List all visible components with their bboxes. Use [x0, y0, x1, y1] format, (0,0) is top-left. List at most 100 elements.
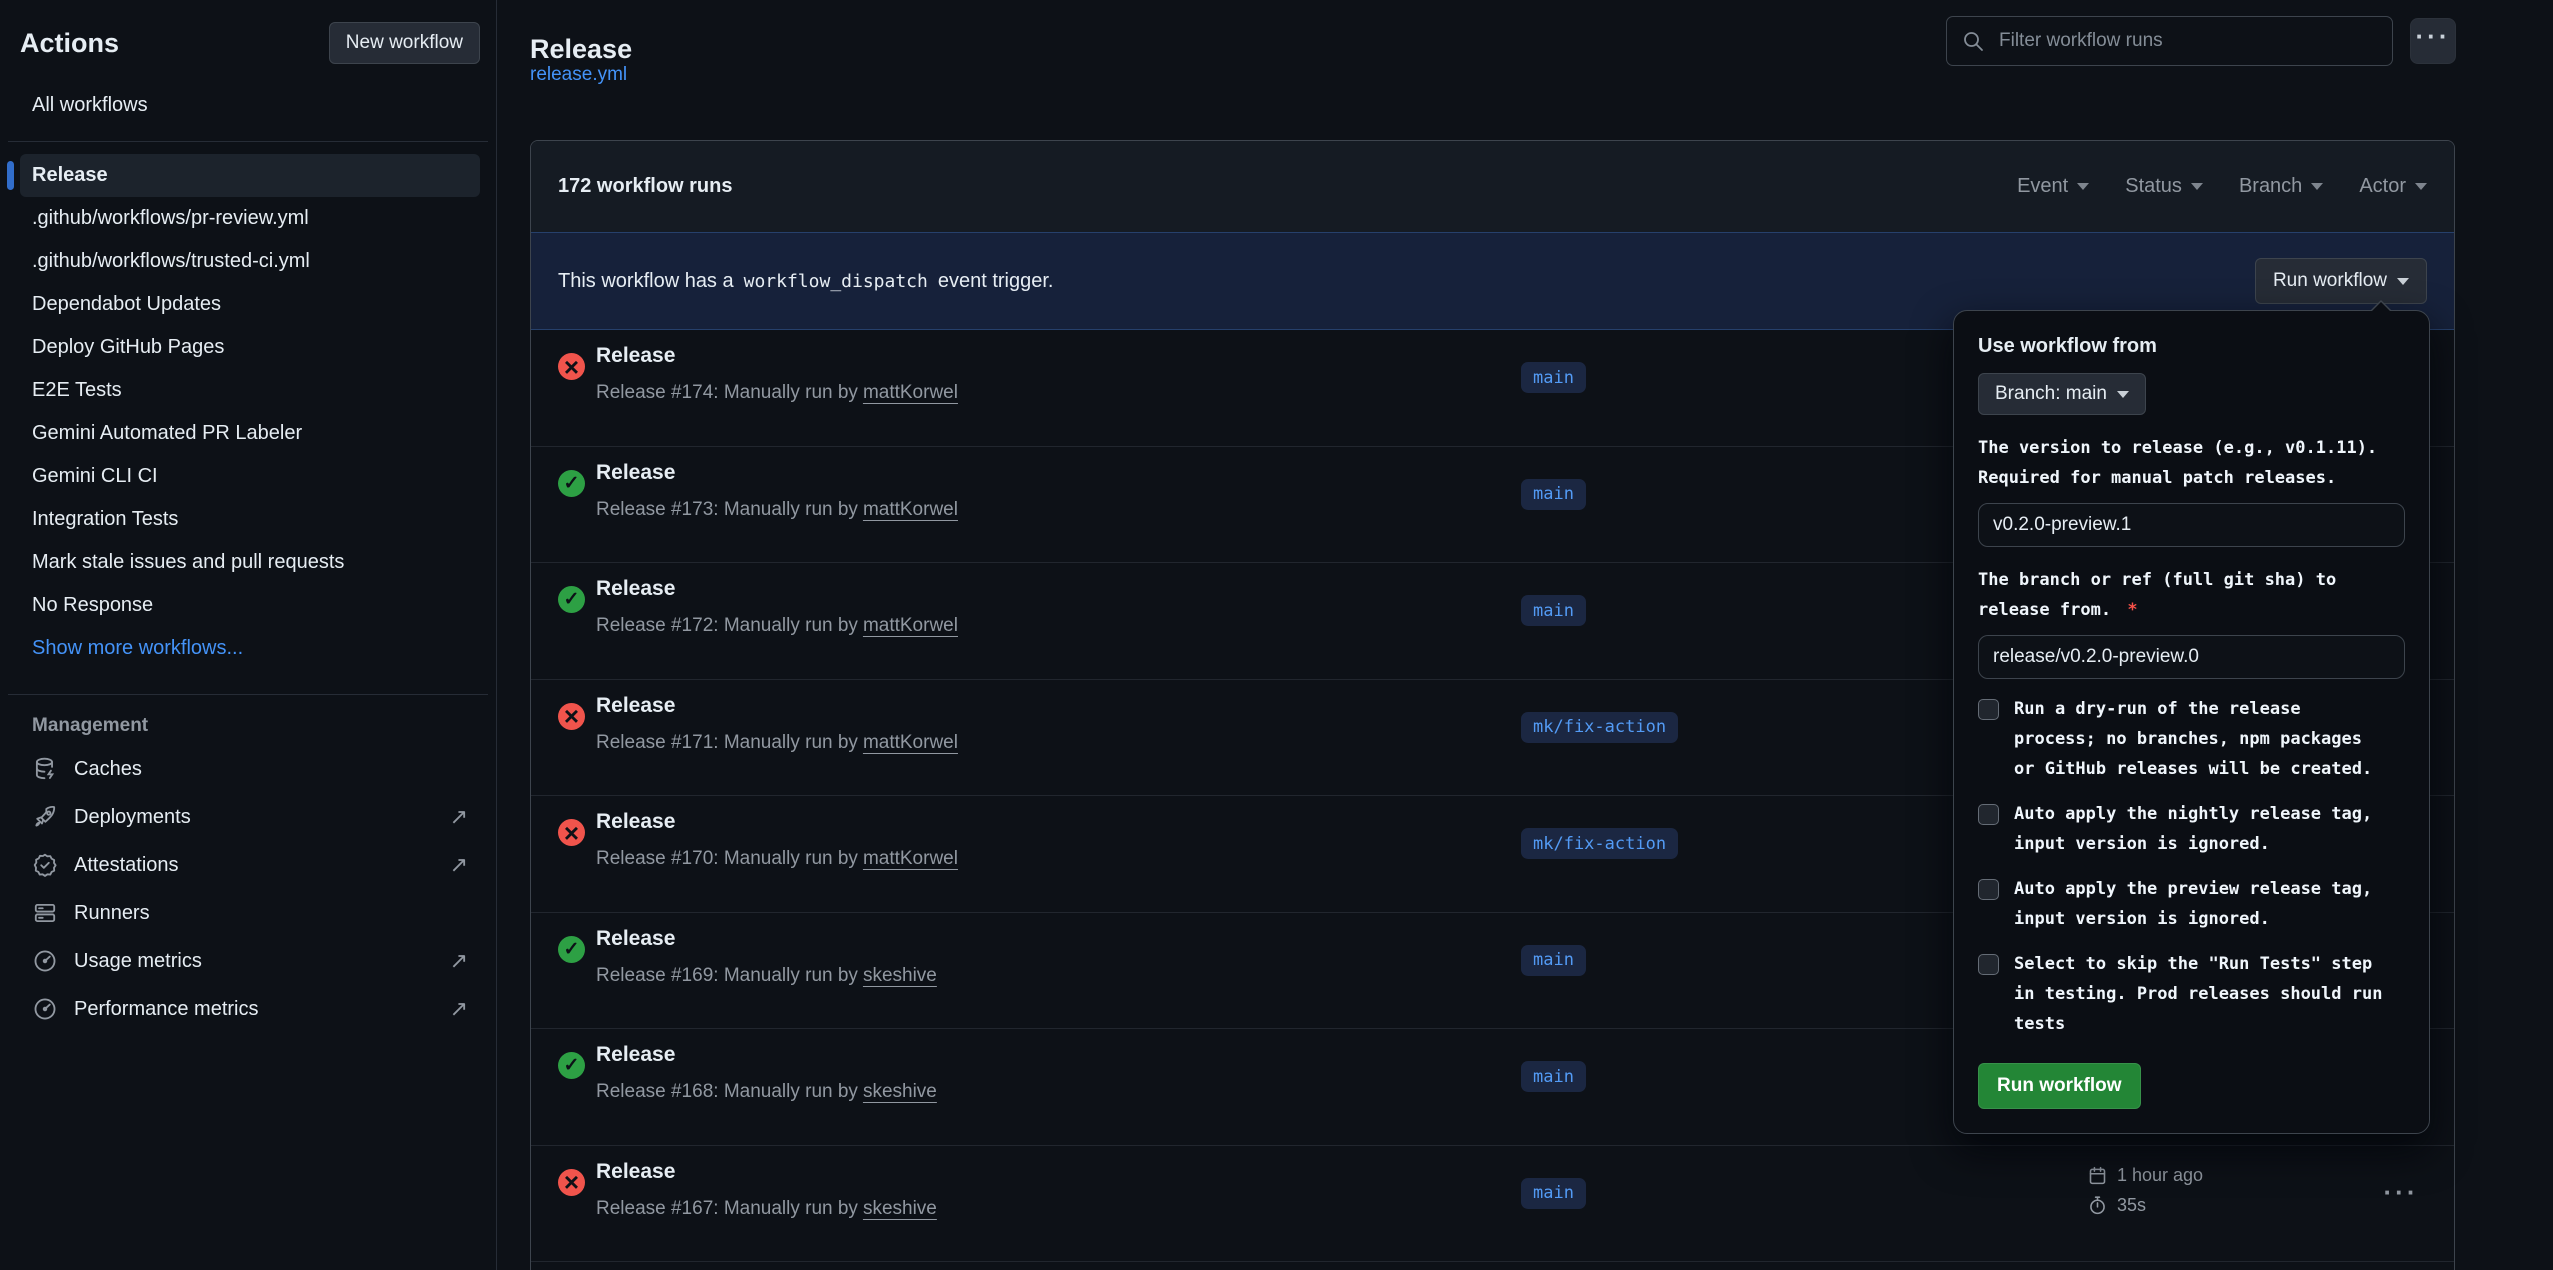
run-title-link[interactable]: Release — [596, 927, 675, 951]
version-input[interactable] — [1978, 503, 2405, 547]
branch-pill[interactable]: main — [1521, 479, 1586, 510]
run-status-icon — [558, 703, 585, 730]
sidebar-workflow-item[interactable]: Release — [20, 154, 480, 197]
field-description: The branch or ref (full git sha) to rele… — [1978, 565, 2405, 625]
runs-filters: Event Status Branch Actor — [2017, 175, 2427, 198]
sidebar-workflow-item[interactable]: Show more workflows... — [20, 627, 480, 670]
branch-selector-button[interactable]: Branch: main — [1978, 373, 2146, 415]
runs-filter-menu[interactable]: Event — [2017, 175, 2089, 198]
sidebar-management-item[interactable]: Caches ↗ — [20, 745, 480, 793]
sidebar-workflow-label: Release — [32, 164, 108, 186]
run-status-icon — [558, 1169, 585, 1196]
run-workflow-submit-button[interactable]: Run workflow — [1978, 1063, 2141, 1109]
run-status-icon — [558, 1052, 585, 1079]
branch-pill[interactable]: mk/fix-action — [1521, 828, 1678, 859]
run-workflow-dropdown-button[interactable]: Run workflow — [2255, 258, 2427, 304]
sidebar-workflow-item[interactable]: Gemini Automated PR Labeler — [20, 412, 480, 455]
verified-icon — [32, 852, 58, 878]
dialog-checkbox-row[interactable]: Auto apply the preview release tag, inpu… — [1978, 874, 2405, 934]
checkbox-label: Run a dry-run of the release process; no… — [2014, 694, 2386, 784]
checkbox[interactable] — [1978, 804, 1999, 825]
management-item-label: Runners — [74, 902, 150, 925]
run-actor-link[interactable]: skeshive — [863, 965, 937, 986]
workflow-file-link[interactable]: release.yml — [530, 64, 627, 86]
sidebar-workflow-label: No Response — [32, 594, 153, 616]
sidebar-workflow-item[interactable]: E2E Tests — [20, 369, 480, 412]
dialog-checkbox-row[interactable]: Select to skip the "Run Tests" step in t… — [1978, 949, 2405, 1039]
caret-down-icon — [2117, 391, 2129, 398]
run-kebab-menu-button[interactable] — [2379, 1180, 2423, 1214]
sidebar-workflow-item[interactable]: .github/workflows/pr-review.yml — [20, 197, 480, 240]
sidebar-management-item[interactable]: Performance metrics ↗ — [20, 985, 480, 1033]
run-title-link[interactable]: Release — [596, 810, 675, 834]
branch-pill[interactable]: main — [1521, 1061, 1586, 1092]
filter-workflow-runs-input[interactable] — [1997, 29, 2378, 53]
dialog-checkbox-row[interactable]: Auto apply the nightly release tag, inpu… — [1978, 799, 2405, 859]
run-actor-link[interactable]: mattKorwel — [863, 382, 958, 403]
sidebar-management-item[interactable]: Runners ↗ — [20, 889, 480, 937]
run-title-link[interactable]: Release — [596, 461, 675, 485]
run-title-link[interactable]: Release — [596, 344, 675, 368]
run-actor-link[interactable]: mattKorwel — [863, 615, 958, 636]
run-title-link[interactable]: Release — [596, 694, 675, 718]
run-description: Release #167: Manually run by — [596, 1198, 858, 1219]
filter-workflow-runs-box[interactable] — [1946, 16, 2393, 66]
workflow-list: Release .github/workflows/pr-review.yml … — [20, 154, 480, 670]
management-item-label: Attestations — [74, 854, 179, 877]
field-description-text: The branch or ref (full git sha) to rele… — [1978, 570, 2336, 620]
run-actor-link[interactable]: mattKorwel — [863, 499, 958, 520]
checkbox[interactable] — [1978, 879, 1999, 900]
sidebar-management-item[interactable]: Deployments ↗ — [20, 793, 480, 841]
sidebar-management-item[interactable]: Attestations ↗ — [20, 841, 480, 889]
filter-menu-label: Actor — [2359, 175, 2406, 198]
stopwatch-icon — [2087, 1195, 2108, 1216]
runs-filter-menu[interactable]: Branch — [2239, 175, 2323, 198]
workflow-run-row[interactable]: Release Release #167: Manually run byske… — [531, 1146, 2454, 1263]
run-title-link[interactable]: Release — [596, 1043, 675, 1067]
branch-pill[interactable]: mk/fix-action — [1521, 712, 1678, 743]
run-title-link[interactable]: Release — [596, 1160, 675, 1184]
branch-pill[interactable]: main — [1521, 595, 1586, 626]
checkbox[interactable] — [1978, 699, 1999, 720]
run-status-icon — [558, 819, 585, 846]
run-actor-link[interactable]: mattKorwel — [863, 732, 958, 753]
branch-pill[interactable]: main — [1521, 362, 1586, 393]
external-link-icon: ↗ — [450, 996, 468, 1022]
sidebar-workflow-item[interactable]: Integration Tests — [20, 498, 480, 541]
sidebar-workflow-item[interactable]: Dependabot Updates — [20, 283, 480, 326]
new-workflow-button[interactable]: New workflow — [329, 22, 480, 64]
page-kebab-menu-button[interactable] — [2410, 18, 2456, 64]
sidebar-divider — [8, 141, 488, 142]
runs-filter-menu[interactable]: Actor — [2359, 175, 2427, 198]
management-item-label: Deployments — [74, 806, 191, 829]
runs-filter-menu[interactable]: Status — [2125, 175, 2203, 198]
banner-text: This workflow has a workflow_dispatch ev… — [558, 270, 1053, 293]
sidebar-workflow-item[interactable]: Mark stale issues and pull requests — [20, 541, 480, 584]
sidebar-workflow-item[interactable]: Gemini CLI CI — [20, 455, 480, 498]
branch-pill[interactable]: main — [1521, 1178, 1586, 1209]
run-meta: 1 hour ago 35s — [2087, 1165, 2203, 1216]
run-duration: 35s — [2087, 1195, 2203, 1216]
run-subtitle: Release #170: Manually run bymattKorwel — [596, 848, 958, 870]
management-item-label: Performance metrics — [74, 998, 259, 1021]
database-icon — [32, 756, 58, 782]
run-actor-link[interactable]: skeshive — [863, 1081, 937, 1102]
banner-code: workflow_dispatch — [744, 271, 928, 292]
run-subtitle: Release #168: Manually run byskeshive — [596, 1081, 937, 1103]
dialog-checkbox-row[interactable]: Run a dry-run of the release process; no… — [1978, 694, 2405, 784]
run-actor-link[interactable]: skeshive — [863, 1198, 937, 1219]
run-actor-link[interactable]: mattKorwel — [863, 848, 958, 869]
rocket-icon — [32, 804, 58, 830]
management-item-label: Usage metrics — [74, 950, 202, 973]
run-title-link[interactable]: Release — [596, 577, 675, 601]
sidebar-workflow-item[interactable]: Deploy GitHub Pages — [20, 326, 480, 369]
branch-ref-input[interactable] — [1978, 635, 2405, 679]
sidebar-workflow-label: E2E Tests — [32, 379, 122, 401]
branch-pill[interactable]: main — [1521, 945, 1586, 976]
checkbox[interactable] — [1978, 954, 1999, 975]
sidebar-workflow-item[interactable]: No Response — [20, 584, 480, 627]
sidebar-management-item[interactable]: Usage metrics ↗ — [20, 937, 480, 985]
sidebar-workflow-label: Gemini Automated PR Labeler — [32, 422, 302, 444]
sidebar-workflow-item[interactable]: .github/workflows/trusted-ci.yml — [20, 240, 480, 283]
sidebar-item-all-workflows[interactable]: All workflows — [32, 94, 480, 117]
